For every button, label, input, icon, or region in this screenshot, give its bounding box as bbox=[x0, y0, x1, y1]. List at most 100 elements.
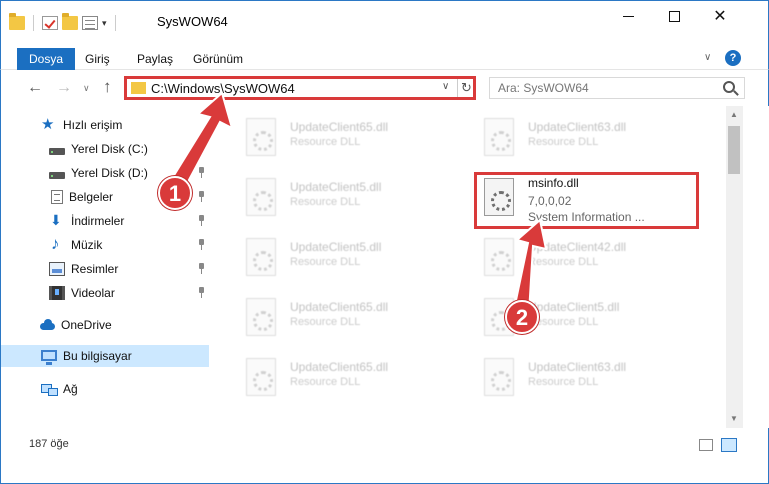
dll-file-icon bbox=[246, 238, 276, 276]
pin-icon[interactable] bbox=[197, 191, 206, 202]
folder-icon[interactable] bbox=[9, 13, 25, 30]
sidebar-item-local-disk-c[interactable]: Yerel Disk (C:) bbox=[1, 138, 211, 160]
sidebar-item-network[interactable]: Ağ bbox=[1, 378, 211, 400]
scroll-down-icon[interactable]: ▼ bbox=[730, 414, 738, 423]
file-description: Resource DLL bbox=[528, 136, 599, 148]
ribbon-expand-icon[interactable]: ∨ bbox=[704, 52, 711, 63]
address-bar[interactable]: C:\Windows\SysWOW64 ∨ ↻ bbox=[124, 76, 476, 100]
search-box[interactable] bbox=[489, 77, 745, 99]
videos-icon bbox=[49, 286, 65, 300]
search-input[interactable] bbox=[490, 78, 715, 98]
file-item[interactable]: UpdateClient5.dll Resource DLL bbox=[232, 232, 452, 284]
file-description: Resource DLL bbox=[528, 376, 599, 388]
title-bar: ▾ SysWOW64 ✕ bbox=[0, 0, 769, 40]
new-folder-icon[interactable] bbox=[62, 13, 78, 30]
dll-file-icon bbox=[484, 358, 514, 396]
folder-icon bbox=[131, 82, 146, 94]
tab-file[interactable]: Dosya bbox=[17, 48, 76, 70]
close-button[interactable]: ✕ bbox=[697, 1, 743, 31]
up-arrow-icon[interactable]: ↑ bbox=[103, 77, 112, 97]
file-item[interactable]: UpdateClient42.dll Resource DLL bbox=[470, 232, 690, 284]
back-arrow-icon[interactable]: ← bbox=[27, 79, 43, 97]
star-icon bbox=[41, 115, 57, 133]
pictures-icon bbox=[49, 262, 65, 276]
file-item[interactable]: UpdateClient65.dll Resource DLL bbox=[232, 292, 452, 344]
annotation-highlight-box bbox=[474, 172, 699, 229]
sidebar-item-label: Yerel Disk (D:) bbox=[71, 166, 148, 180]
dll-file-icon bbox=[484, 118, 514, 156]
callout-badge-1: 1 bbox=[158, 176, 192, 210]
pin-icon[interactable] bbox=[197, 263, 206, 274]
maximize-button[interactable] bbox=[651, 1, 697, 31]
vertical-scrollbar[interactable]: ▲ ▼ bbox=[726, 106, 743, 428]
maximize-icon bbox=[668, 10, 680, 22]
music-icon bbox=[49, 234, 65, 254]
file-name: UpdateClient5.dll bbox=[528, 300, 620, 314]
address-path[interactable]: C:\Windows\SysWOW64 bbox=[151, 81, 295, 96]
file-name: UpdateClient5.dll bbox=[290, 240, 382, 254]
sidebar-item-label: Yerel Disk (C:) bbox=[71, 142, 148, 156]
sidebar-item-videos[interactable]: Videolar bbox=[1, 282, 211, 304]
dll-file-icon bbox=[246, 178, 276, 216]
window-bottom-edge bbox=[0, 462, 769, 484]
sidebar-item-label: Hızlı erişim bbox=[63, 118, 123, 132]
disk-icon bbox=[49, 147, 65, 155]
cloud-icon bbox=[39, 318, 55, 332]
pin-icon[interactable] bbox=[197, 143, 206, 154]
file-item[interactable]: UpdateClient63.dll Resource DLL bbox=[470, 112, 690, 164]
file-item[interactable]: UpdateClient65.dll Resource DLL bbox=[232, 112, 452, 164]
dll-file-icon bbox=[246, 118, 276, 156]
minimize-icon bbox=[622, 15, 634, 17]
pin-icon[interactable] bbox=[197, 287, 206, 298]
properties-icon[interactable] bbox=[82, 16, 98, 30]
file-name: UpdateClient63.dll bbox=[528, 360, 627, 374]
recent-locations-icon[interactable]: ∨ bbox=[83, 83, 90, 94]
pin-icon[interactable] bbox=[197, 215, 206, 226]
ribbon: Dosya Giriş Paylaş Görünüm ∨ ? bbox=[0, 40, 769, 70]
sidebar-item-label: OneDrive bbox=[61, 318, 112, 332]
network-icon bbox=[41, 382, 58, 396]
sidebar-item-label: İndirmeler bbox=[71, 214, 125, 228]
file-item[interactable]: UpdateClient5.dll Resource DLL bbox=[470, 292, 690, 344]
sidebar-item-music[interactable]: Müzik bbox=[1, 234, 211, 256]
refresh-icon[interactable]: ↻ bbox=[457, 79, 475, 97]
sidebar-item-quick-access[interactable]: Hızlı erişim bbox=[1, 114, 211, 136]
address-dropdown-icon[interactable]: ∨ bbox=[442, 81, 449, 92]
sidebar-item-downloads[interactable]: İndirmeler bbox=[1, 210, 211, 232]
sidebar-item-onedrive[interactable]: OneDrive bbox=[1, 314, 211, 336]
pin-icon[interactable] bbox=[197, 167, 206, 178]
scroll-thumb[interactable] bbox=[728, 126, 740, 174]
search-icon[interactable] bbox=[723, 81, 735, 93]
scroll-up-icon[interactable]: ▲ bbox=[730, 110, 738, 119]
file-item[interactable]: UpdateClient5.dll Resource DLL bbox=[232, 172, 452, 224]
properties-check-icon[interactable] bbox=[42, 16, 58, 30]
file-description: Resource DLL bbox=[290, 136, 361, 148]
sidebar-item-pictures[interactable]: Resimler bbox=[1, 258, 211, 280]
customize-toolbar-icon[interactable]: ▾ bbox=[102, 18, 107, 29]
sidebar-item-label: Resimler bbox=[71, 262, 119, 276]
tab-home[interactable]: Giriş bbox=[75, 48, 120, 70]
close-icon: ✕ bbox=[713, 8, 727, 25]
minimize-button[interactable] bbox=[605, 1, 651, 31]
toolbar-divider bbox=[114, 15, 116, 31]
file-description: Resource DLL bbox=[528, 256, 599, 268]
help-icon[interactable]: ? bbox=[725, 50, 741, 66]
file-item[interactable]: UpdateClient63.dll Resource DLL bbox=[470, 352, 690, 404]
sidebar-item-label: Belgeler bbox=[69, 190, 114, 204]
tab-share[interactable]: Paylaş bbox=[127, 48, 183, 70]
status-bar: 187 öğe bbox=[0, 428, 769, 462]
toolbar-divider bbox=[33, 15, 34, 31]
details-view-icon[interactable] bbox=[699, 439, 713, 451]
pin-icon[interactable] bbox=[197, 239, 206, 250]
tab-view[interactable]: Görünüm bbox=[183, 48, 253, 70]
file-item[interactable]: UpdateClient65.dll Resource DLL bbox=[232, 352, 452, 404]
disk-icon bbox=[49, 171, 65, 179]
sidebar-item-label: Müzik bbox=[71, 238, 103, 252]
file-name: UpdateClient65.dll bbox=[290, 360, 389, 374]
forward-arrow-icon[interactable]: → bbox=[56, 79, 72, 97]
item-count: 187 öğe bbox=[29, 438, 69, 450]
sidebar-item-this-pc[interactable]: Bu bilgisayar bbox=[1, 345, 209, 367]
callout-badge-2: 2 bbox=[505, 300, 539, 334]
tiles-view-icon[interactable] bbox=[721, 438, 737, 452]
dll-file-icon bbox=[246, 358, 276, 396]
